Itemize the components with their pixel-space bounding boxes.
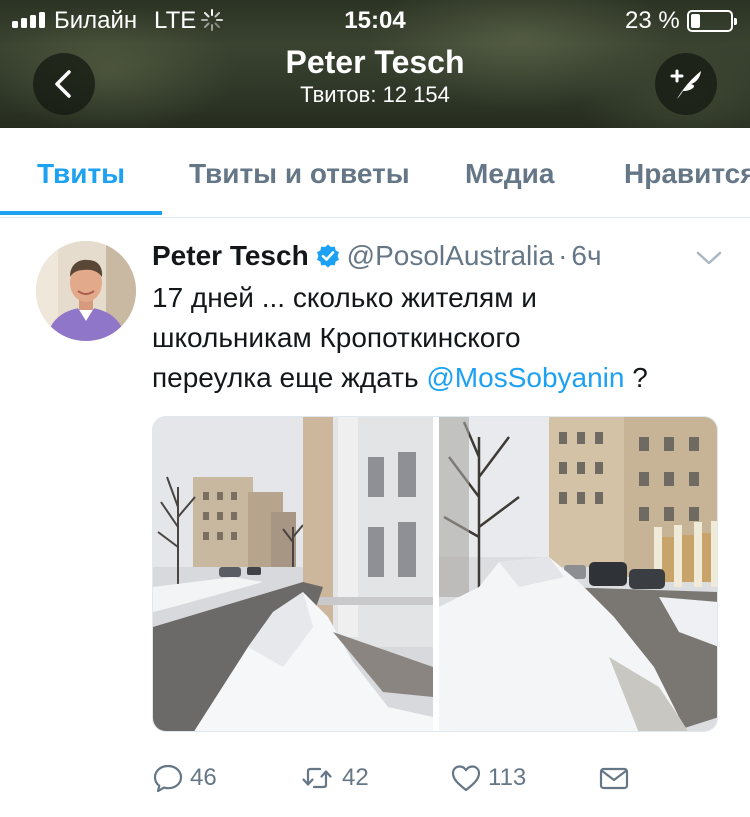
- battery-icon: [687, 10, 737, 32]
- chevron-down-icon[interactable]: [694, 248, 724, 268]
- media-photo-1[interactable]: [153, 417, 433, 731]
- tweet-text-line: школьникам Кропоткинского: [152, 322, 521, 353]
- envelope-icon: [599, 767, 629, 790]
- mention-link[interactable]: @MosSobyanin: [426, 362, 624, 393]
- tweet-actions: 46 42 113: [152, 758, 652, 798]
- compose-tweet-icon: [670, 69, 701, 99]
- retweet-button[interactable]: 42: [298, 758, 369, 798]
- profile-name-title: Peter Tesch: [285, 44, 465, 80]
- reply-count: 46: [190, 764, 217, 791]
- tweet-author-line: Peter Tesch @PosolAustralia · 6ч: [152, 240, 712, 276]
- compose-tweet-button[interactable]: [655, 53, 717, 115]
- active-tab-indicator: [0, 211, 162, 215]
- tweet[interactable]: Peter Tesch @PosolAustralia · 6ч 17 дней .…: [0, 218, 750, 817]
- separator-dot: ·: [558, 240, 568, 271]
- status-bar: Билайн LTE 15:04 23 %: [0, 0, 750, 40]
- tweet-media-grid: [152, 416, 718, 732]
- direct-message-button[interactable]: [598, 758, 636, 798]
- like-button[interactable]: 113: [450, 758, 526, 798]
- heart-icon: [451, 765, 481, 792]
- tweet-count: Твитов: 12 154: [300, 82, 450, 107]
- retweet-count: 42: [342, 764, 369, 791]
- profile-tabs: Твиты Твиты и ответы Медиа Нравится: [0, 128, 750, 218]
- reply-button[interactable]: 46: [152, 758, 217, 798]
- tab-media[interactable]: Медиа: [465, 158, 554, 190]
- like-count: 113: [488, 764, 527, 791]
- tab-tweets-and-replies[interactable]: Твиты и ответы: [189, 158, 410, 190]
- profile-header: Билайн LTE 15:04 23 % Peter Tesch Твитов…: [0, 0, 750, 128]
- tweet-text-line: переулка еще ждать @MosSobyanin ?: [152, 358, 722, 398]
- battery-percentage: 23 %: [625, 7, 680, 34]
- tweet-text: 17 дней ... сколько жителям и школьникам…: [152, 278, 722, 398]
- media-photo-2[interactable]: [439, 417, 717, 731]
- tweet-text-line: 17 дней ... сколько жителям и: [152, 282, 537, 313]
- tab-tweets[interactable]: Твиты: [37, 158, 125, 190]
- author-handle[interactable]: @PosolAustralia: [347, 240, 554, 271]
- retweet-icon: [302, 767, 332, 789]
- tweet-age: 6ч: [571, 240, 602, 271]
- tab-likes[interactable]: Нравится: [624, 158, 750, 190]
- author-name[interactable]: Peter Tesch: [152, 240, 309, 271]
- tweet-text-fragment: ?: [624, 362, 648, 393]
- reply-icon: [153, 764, 183, 793]
- avatar[interactable]: [36, 241, 136, 341]
- verified-badge-icon: [316, 244, 339, 268]
- tweet-text-fragment: переулка еще ждать: [152, 362, 427, 393]
